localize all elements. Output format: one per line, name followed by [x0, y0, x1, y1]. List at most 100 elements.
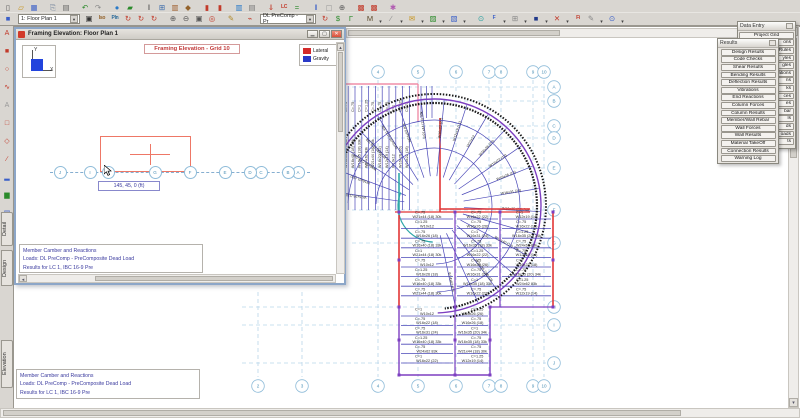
draw-square-icon[interactable]: ■	[1, 45, 13, 56]
app-bottom-scrollbar[interactable]	[0, 408, 800, 418]
scroll-up-icon[interactable]: ▴	[337, 43, 344, 51]
svg-text:W16x35 (20) 34k: W16x35 (20) 34k	[512, 272, 541, 276]
svg-text:W16x31 (24): W16x31 (24)	[467, 272, 489, 276]
grid-bubble-F: F	[184, 166, 197, 179]
lateral-color-swatch	[303, 48, 311, 54]
svg-text:4: 4	[377, 384, 380, 389]
close-icon[interactable]	[786, 23, 793, 29]
results-item-wall-results[interactable]: Wall Results	[721, 132, 776, 139]
label-a-gray-icon[interactable]: A	[1, 99, 13, 110]
results-item-member-wall-rebar[interactable]: Member/Wall Rebar	[721, 117, 776, 124]
draw-circle-icon[interactable]: ○	[1, 63, 13, 74]
svg-text:W16x26 (18): W16x26 (18)	[416, 234, 438, 238]
results-item-column-forces[interactable]: Column Forces	[721, 102, 776, 109]
left-sidebar: A■○∿A□◇∕▂▆▤DetailDesignElevation	[0, 26, 14, 418]
results-item-code-checks[interactable]: Code Checks	[721, 56, 776, 63]
results-item-shear-results[interactable]: Shear Results	[721, 64, 776, 71]
svg-text:7: 7	[488, 384, 491, 389]
svg-text:7: 7	[488, 70, 491, 75]
svg-text:6: 6	[455, 70, 458, 75]
window-title-bar[interactable]: Framing Elevation: Floor Plan 1 ▁ ▢ ✕	[16, 29, 344, 40]
svg-text:W16x26 (26): W16x26 (26)	[467, 263, 489, 267]
svg-text:W10x12: W10x12	[420, 224, 434, 228]
svg-text:6: 6	[455, 384, 458, 389]
svg-text:W16x35 (18) 33k: W16x35 (18) 33k	[358, 139, 362, 168]
modify-a-icon[interactable]: A	[1, 27, 13, 38]
results-item-connection-results[interactable]: Connection Results	[721, 148, 776, 155]
legend-gravity-label: Gravity	[313, 56, 329, 62]
svg-text:W10x12: W10x12	[466, 135, 476, 148]
svg-text:W10x12: W10x12	[420, 312, 434, 316]
close-icon[interactable]	[769, 40, 776, 46]
elevation-horizontal-scrollbar[interactable]: ◂	[18, 274, 336, 283]
results-panel[interactable]: Results Design ResultsCode ChecksShear R…	[717, 38, 779, 164]
svg-text:W16x26 (18): W16x26 (18)	[462, 321, 484, 325]
svg-text:W16x26 (18): W16x26 (18)	[416, 272, 438, 276]
framing-elevation-window[interactable]: Framing Elevation: Floor Plan 1 ▁ ▢ ✕ Fr…	[14, 27, 346, 285]
svg-text:W12x19 (14): W12x19 (14)	[516, 215, 538, 219]
draw-hook-icon[interactable]: ∿	[1, 81, 13, 92]
grid-bubble-G: G	[149, 166, 162, 179]
svg-text:W16x26 (18): W16x26 (18)	[496, 170, 517, 181]
svg-text:W21x44 (18) 30k: W21x44 (18) 30k	[458, 349, 487, 353]
maximize-button[interactable]: ▢	[319, 30, 330, 38]
svg-text:W16x22 (18): W16x22 (18)	[516, 224, 538, 228]
results-item-material-takeoff[interactable]: Material TakeOff	[721, 140, 776, 147]
results-item-wall-forces[interactable]: Wall Forces	[721, 125, 776, 132]
minimize-button[interactable]: ▁	[307, 30, 318, 38]
results-item-end-reactions[interactable]: End Reactions	[721, 94, 776, 101]
svg-text:W21x44 (18) 30k: W21x44 (18) 30k	[419, 111, 426, 139]
chart-green-icon[interactable]: ▆	[1, 189, 13, 200]
legend: Lateral Gravity	[299, 44, 339, 66]
app-icon	[18, 31, 25, 38]
svg-text:5: 5	[417, 70, 420, 75]
window-title: Framing Elevation: Floor Plan 1	[28, 31, 306, 37]
square-outline-icon[interactable]: □	[1, 117, 13, 128]
svg-text:W24x62 83k: W24x62 83k	[516, 244, 537, 248]
results-item-bending-results[interactable]: Bending Results	[721, 72, 776, 79]
scroll-down-icon[interactable]: ▾	[789, 398, 798, 407]
svg-text:2: 2	[257, 384, 260, 389]
results-item-design-results[interactable]: Design Results	[721, 49, 776, 56]
slash-icon[interactable]: ∕	[1, 153, 13, 164]
sidebar-tab-detail[interactable]: Detail	[1, 212, 13, 246]
svg-text:4: 4	[377, 70, 380, 75]
close-button[interactable]: ✕	[331, 30, 342, 38]
results-title-bar[interactable]: Results	[718, 39, 778, 48]
svg-text:5: 5	[417, 384, 420, 389]
grid-bubble-B: B	[282, 166, 295, 179]
axis-indicator: Y X	[22, 45, 56, 78]
grid-bubble-I: I	[84, 166, 97, 179]
results-item-column-results[interactable]: Column Results	[721, 110, 776, 117]
results-item-warning-log[interactable]: Warning Log	[721, 155, 776, 162]
results-item-vibrations[interactable]: Vibrations	[721, 87, 776, 94]
svg-text:W21x44 (18) 30k: W21x44 (18) 30k	[413, 253, 442, 257]
grid-bubble-D: D	[244, 166, 257, 179]
canvas-top-scrollbar[interactable]	[346, 28, 788, 38]
svg-text:W16x35 (20) 34k: W16x35 (20) 34k	[458, 331, 487, 335]
sidebar-tab-design[interactable]: Design	[1, 250, 13, 286]
sidebar-tab-elevation[interactable]: Elevation	[1, 340, 13, 388]
svg-text:W16x31 (24): W16x31 (24)	[416, 331, 438, 335]
svg-text:W16x22 (18): W16x22 (18)	[516, 263, 538, 267]
svg-text:E: E	[552, 166, 555, 171]
svg-text:W16x31 (24): W16x31 (24)	[467, 234, 489, 238]
svg-text:10: 10	[541, 70, 547, 75]
results-item-deflection-results[interactable]: Deflection Results	[721, 79, 776, 86]
pentagon-icon[interactable]: ◇	[1, 135, 13, 146]
svg-text:W16x40 (18) 33k: W16x40 (18) 33k	[413, 282, 442, 286]
axis-y-label: Y	[34, 47, 37, 53]
data-entry-title-bar[interactable]: Data Entry	[738, 22, 795, 31]
svg-text:W16x35 (18) 33k: W16x35 (18) 33k	[458, 340, 487, 344]
svg-text:W16x22 (18): W16x22 (18)	[416, 321, 438, 325]
elevation-vertical-scrollbar[interactable]: ▴	[336, 42, 345, 274]
svg-text:C=.75: C=.75	[351, 102, 355, 112]
svg-text:W16x35 (18) 33k: W16x35 (18) 33k	[463, 282, 492, 286]
axis-origin-square	[31, 59, 43, 71]
svg-text:W16x26 (26): W16x26 (26)	[478, 139, 495, 157]
svg-text:J: J	[553, 361, 555, 366]
svg-text:10: 10	[541, 384, 547, 389]
svg-text:B: B	[552, 99, 555, 104]
chart-small-icon[interactable]: ▂	[1, 171, 13, 182]
scroll-left-icon[interactable]: ◂	[19, 275, 27, 282]
